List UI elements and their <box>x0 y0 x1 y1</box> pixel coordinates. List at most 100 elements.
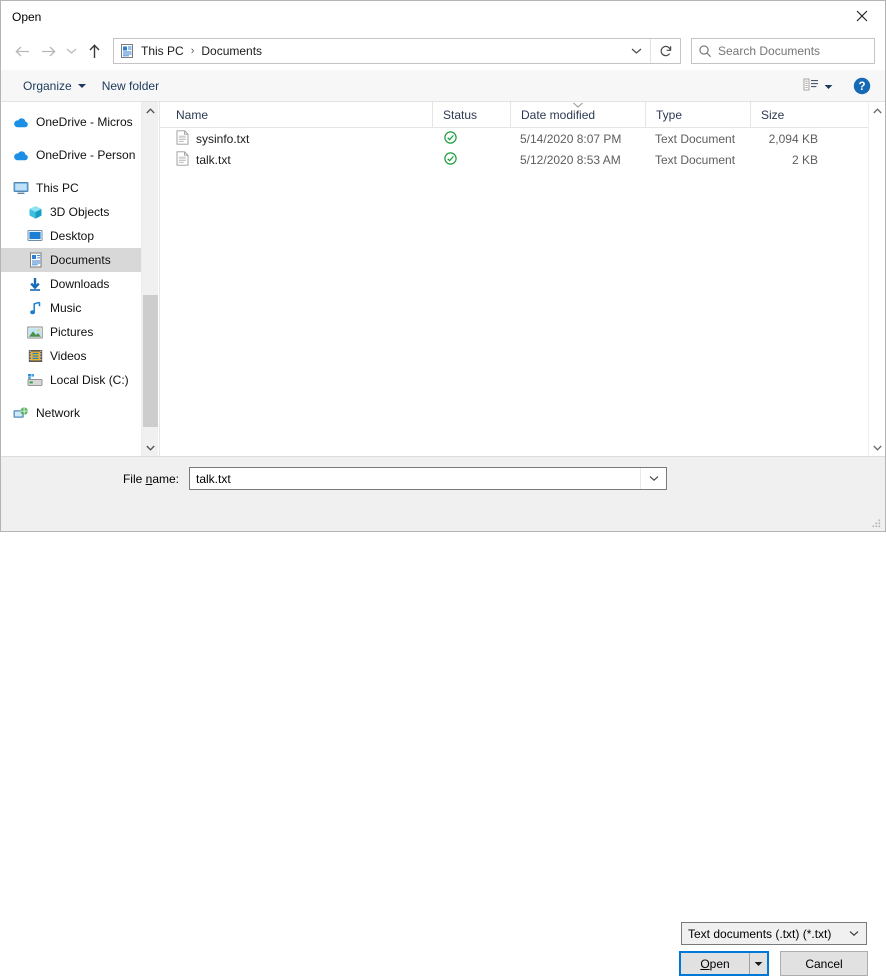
sidebar-item-local-disk-c[interactable]: Local Disk (C:) <box>1 368 141 392</box>
sidebar-item-3d-objects[interactable]: 3D Objects <box>1 200 141 224</box>
column-header-type[interactable]: Type <box>645 102 750 127</box>
sidebar-item-label: Desktop <box>50 229 94 243</box>
sidebar-scroll-up-button[interactable] <box>142 102 159 119</box>
file-name-cell[interactable]: talk.txt <box>160 151 432 169</box>
sidebar-gap <box>1 134 141 143</box>
file-status-cell <box>432 131 510 147</box>
sidebar-gap <box>1 167 141 176</box>
file-name-value[interactable]: talk.txt <box>190 472 640 486</box>
breadcrumb-item-documents[interactable]: Documents <box>198 44 265 58</box>
chevron-up-icon <box>873 108 882 114</box>
close-button[interactable] <box>839 1 885 31</box>
organize-button[interactable]: Organize <box>15 75 94 97</box>
column-header-name[interactable]: Name <box>160 102 432 127</box>
address-bar[interactable]: This PC › Documents <box>113 38 681 64</box>
view-caret-icon <box>824 79 833 93</box>
file-type-select[interactable]: Text documents (.txt) (*.txt) <box>681 922 867 945</box>
sidebar-item-label: Network <box>36 406 80 420</box>
column-header-size[interactable]: Size <box>750 102 836 127</box>
downloads-icon <box>27 276 43 292</box>
back-button[interactable] <box>9 38 35 64</box>
sidebar-item-label: Videos <box>50 349 86 363</box>
chevron-up-icon <box>146 108 155 114</box>
sidebar-item-documents[interactable]: Documents <box>1 248 141 272</box>
open-button[interactable]: Open <box>679 951 769 976</box>
view-options-button[interactable] <box>797 74 839 98</box>
sidebar-item-pictures[interactable]: Pictures <box>1 320 141 344</box>
up-button[interactable] <box>81 38 107 64</box>
sidebar-item-music[interactable]: Music <box>1 296 141 320</box>
file-name-cell[interactable]: sysinfo.txt <box>160 130 432 148</box>
chevron-down-icon <box>849 930 859 937</box>
dialog-footer: File name: talk.txt Text documents (.txt… <box>1 457 885 531</box>
organize-label: Organize <box>23 79 72 93</box>
sidebar-item-label: Local Disk (C:) <box>50 373 129 387</box>
column-label: Date modified <box>521 108 595 122</box>
address-dropdown-button[interactable] <box>622 39 650 63</box>
sidebar-item-desktop[interactable]: Desktop <box>1 224 141 248</box>
arrow-right-icon <box>40 44 57 59</box>
table-row[interactable]: sysinfo.txt 5/14/2020 8:07 PM Text Docum… <box>160 128 868 149</box>
file-list-scroll-down-button[interactable] <box>869 439 886 456</box>
breadcrumb-item-this-pc[interactable]: This PC <box>138 44 187 58</box>
text-file-icon <box>176 130 189 148</box>
sidebar-item-label: OneDrive - Micros <box>36 115 133 129</box>
column-header-date-modified[interactable]: Date modified <box>510 102 645 127</box>
chevron-down-icon <box>631 47 642 55</box>
help-button[interactable]: ? <box>853 77 871 95</box>
column-label: Size <box>761 108 784 122</box>
sidebar-scroll-thumb[interactable] <box>143 295 158 427</box>
table-row[interactable]: talk.txt 5/12/2020 8:53 AM Text Document… <box>160 149 868 170</box>
file-name-dropdown-button[interactable] <box>640 468 666 489</box>
sidebar-scroll-down-button[interactable] <box>142 439 159 456</box>
file-name-row: File name: talk.txt <box>1 457 885 490</box>
sidebar-item-onedrive-personal[interactable]: OneDrive - Person <box>1 143 141 167</box>
refresh-button[interactable] <box>650 39 680 63</box>
file-type-cell: Text Document <box>645 153 750 167</box>
resize-grip-icon[interactable] <box>870 517 882 529</box>
file-name-input[interactable]: talk.txt <box>189 467 667 490</box>
local-disk-icon <box>27 372 43 388</box>
sidebar-item-onedrive-microsoft[interactable]: OneDrive - Micros <box>1 110 141 134</box>
cloud-available-check-icon <box>444 152 457 168</box>
music-icon <box>27 300 43 316</box>
sidebar-item-downloads[interactable]: Downloads <box>1 272 141 296</box>
breadcrumb-separator-icon[interactable]: › <box>187 45 199 57</box>
open-split-dropdown-button[interactable] <box>749 953 767 974</box>
file-type-dropdown-icon[interactable] <box>842 930 866 937</box>
open-button-label[interactable]: Open <box>681 953 749 974</box>
sidebar-item-label: This PC <box>36 181 79 195</box>
cancel-button[interactable]: Cancel <box>780 951 868 976</box>
file-list-scrollbar[interactable] <box>868 102 885 456</box>
recent-locations-button[interactable] <box>61 38 81 64</box>
file-name-label: File name: <box>1 472 189 486</box>
sidebar-item-videos[interactable]: Videos <box>1 344 141 368</box>
sidebar-scroll-track[interactable] <box>142 119 159 439</box>
column-header-status[interactable]: Status <box>432 102 510 127</box>
file-name-label-pre: File <box>123 472 146 486</box>
help-icon: ? <box>853 77 871 95</box>
search-input[interactable]: Search Documents <box>718 44 820 58</box>
videos-icon <box>27 348 43 364</box>
documents-icon <box>27 252 43 268</box>
sidebar-gap <box>1 392 141 401</box>
file-list-scroll-up-button[interactable] <box>869 102 886 119</box>
file-name-label: talk.txt <box>196 153 231 167</box>
file-type-cell: Text Document <box>645 132 750 146</box>
column-label: Name <box>176 108 208 122</box>
file-list-scroll-track[interactable] <box>869 119 886 439</box>
new-folder-button[interactable]: New folder <box>94 75 167 97</box>
search-box[interactable]: Search Documents <box>691 38 875 64</box>
forward-button[interactable] <box>35 38 61 64</box>
sidebar-item-network[interactable]: Network <box>1 401 141 425</box>
column-label: Status <box>443 108 477 122</box>
file-type-value: Text documents (.txt) (*.txt) <box>682 927 842 941</box>
navigation-bar: This PC › Documents <box>1 32 885 70</box>
sidebar-scrollbar[interactable] <box>141 102 158 456</box>
sidebar-item-label: Documents <box>50 253 111 267</box>
sidebar-item-label: Music <box>50 301 81 315</box>
documents-folder-icon <box>119 43 135 59</box>
column-label: Type <box>656 108 682 122</box>
search-icon <box>692 44 718 58</box>
sidebar-item-this-pc[interactable]: This PC <box>1 176 141 200</box>
